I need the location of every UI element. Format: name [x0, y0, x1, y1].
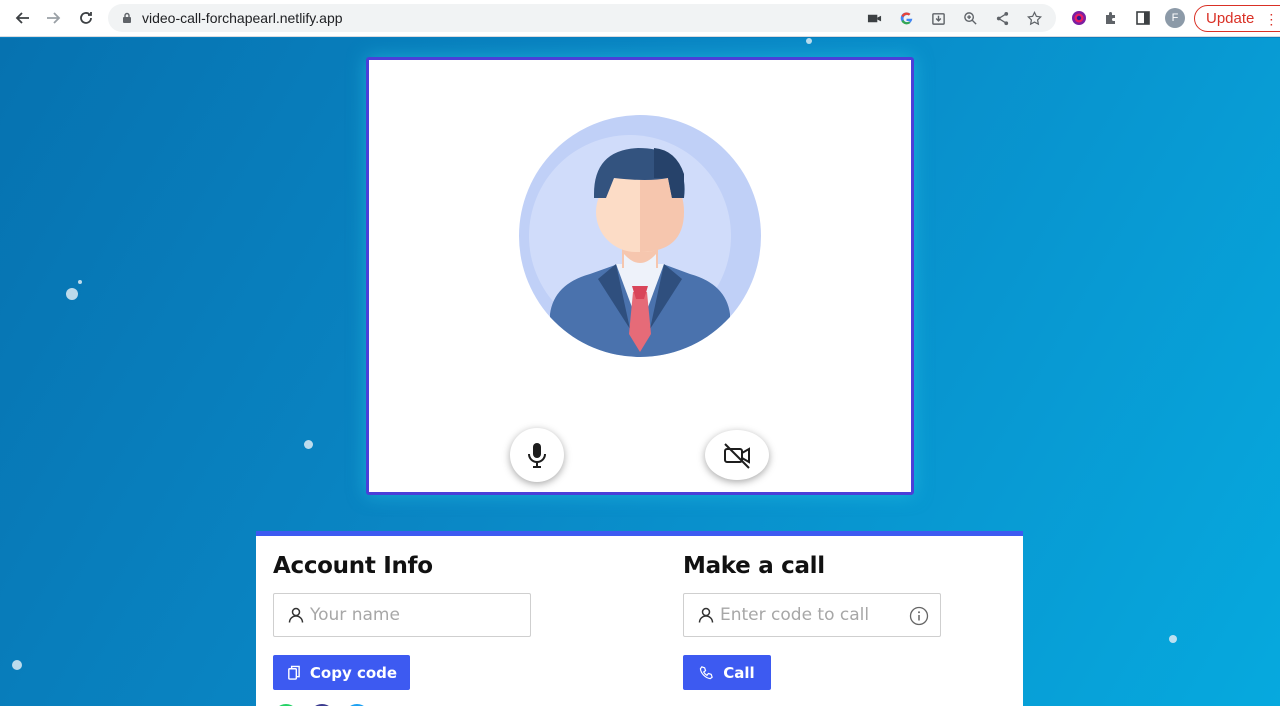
url-text: video-call-forchapearl.netlify.app [142, 10, 343, 26]
copy-icon [288, 665, 300, 680]
call-button[interactable]: Call [683, 655, 771, 690]
bubble [806, 38, 812, 44]
address-bar[interactable]: video-call-forchapearl.netlify.app [108, 4, 1056, 32]
account-info-title: Account Info [273, 553, 433, 579]
extension-color-icon[interactable] [1063, 4, 1095, 32]
person-icon [698, 607, 714, 623]
call-label: Call [723, 663, 755, 682]
update-label: Update [1206, 10, 1255, 27]
side-panel-icon[interactable] [1127, 4, 1159, 32]
lock-icon [123, 12, 131, 23]
extensions-puzzle-icon[interactable] [1095, 4, 1127, 32]
call-code-input[interactable] [720, 605, 905, 625]
call-panel: Account Info Copy code Make a call Call [256, 531, 1023, 706]
forward-icon[interactable] [38, 2, 70, 34]
user-avatar-icon [519, 115, 761, 357]
profile-initial: F [1165, 8, 1185, 28]
video-preview-card [366, 57, 914, 495]
bookmark-star-icon[interactable] [1018, 4, 1050, 32]
name-input[interactable] [310, 605, 500, 625]
person-icon [288, 607, 304, 623]
reload-icon[interactable] [70, 2, 102, 34]
google-icon[interactable] [890, 4, 922, 32]
info-icon[interactable] [909, 606, 929, 626]
camera-permission-icon[interactable] [858, 4, 890, 32]
profile-avatar[interactable]: F [1159, 4, 1191, 32]
zoom-icon[interactable] [954, 4, 986, 32]
bubble [78, 280, 82, 284]
share-icon[interactable] [986, 4, 1018, 32]
microphone-button[interactable] [510, 428, 564, 482]
menu-dots-icon[interactable]: ⋮ [1264, 12, 1278, 26]
back-icon[interactable] [6, 2, 38, 34]
phone-icon [700, 666, 714, 680]
update-button[interactable]: Update ⋮ [1194, 5, 1280, 32]
video-off-icon [724, 443, 750, 469]
microphone-icon [528, 443, 546, 468]
name-field[interactable] [273, 593, 531, 637]
camera-toggle-button[interactable] [705, 430, 769, 480]
call-code-field[interactable] [683, 593, 941, 637]
copy-code-label: Copy code [309, 663, 398, 682]
bubble [12, 660, 22, 670]
make-call-title: Make a call [683, 553, 825, 579]
browser-toolbar: video-call-forchapearl.netlify.app F Upd… [0, 0, 1280, 37]
install-app-icon[interactable] [922, 4, 954, 32]
bubble [1169, 635, 1177, 643]
bubble [304, 440, 313, 449]
copy-code-button[interactable]: Copy code [273, 655, 410, 690]
bubble [66, 288, 78, 300]
